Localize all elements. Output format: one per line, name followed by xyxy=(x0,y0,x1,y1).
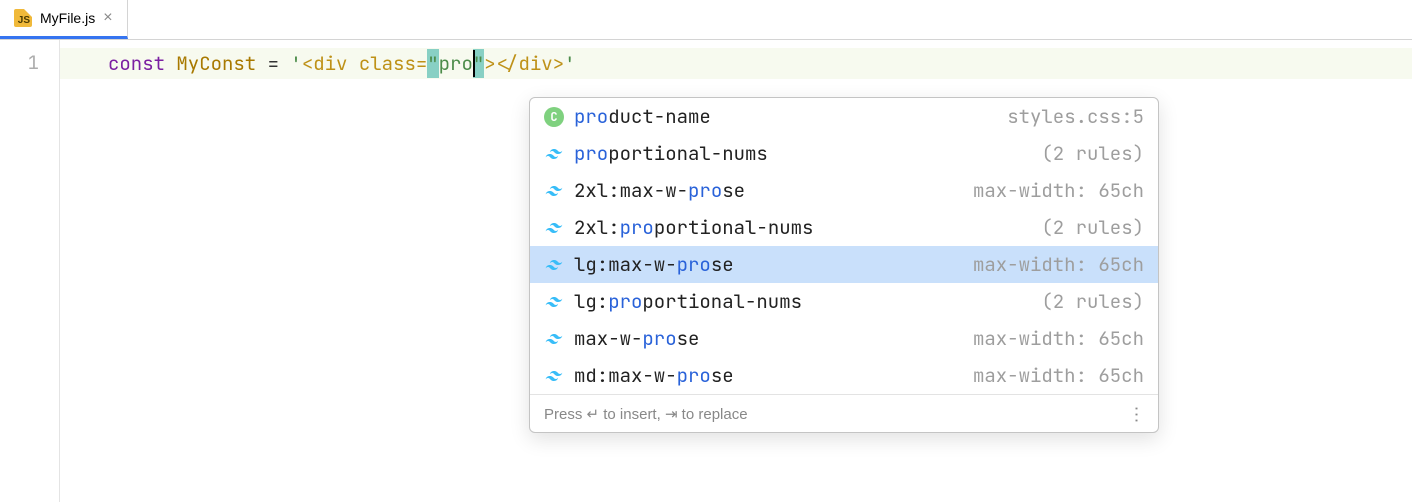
tailwind-icon xyxy=(544,329,564,349)
completion-list: Cproduct-name styles.css:5 proportional-nu… xyxy=(530,98,1158,394)
completion-label: 2xl:proportional-nums xyxy=(574,215,1031,240)
completion-label: md:max-w-prose xyxy=(574,363,963,388)
typed-text: pro xyxy=(439,51,473,76)
completion-label: max-w-prose xyxy=(574,326,963,351)
css-class-icon: C xyxy=(544,107,564,127)
completion-detail: (2 rules) xyxy=(1041,215,1144,240)
completion-item[interactable]: proportional-nums (2 rules) xyxy=(530,135,1158,172)
identifier: MyConst xyxy=(176,51,256,76)
completion-detail: max-width: 65ch xyxy=(973,326,1144,351)
completion-label: 2xl:max-w-prose xyxy=(574,178,963,203)
gutter: 1 xyxy=(0,40,60,502)
completion-detail: styles.css:5 xyxy=(1007,104,1144,129)
string-close: ' xyxy=(564,51,575,76)
string-open: ' xyxy=(290,51,301,76)
completion-item[interactable]: 2xl:proportional-nums (2 rules) xyxy=(530,209,1158,246)
tab-bar: JS MyFile.js × xyxy=(0,0,1412,40)
completion-item[interactable]: 2xl:max-w-prose max-width: 65ch xyxy=(530,172,1158,209)
closing-tag-name: div xyxy=(518,51,552,76)
code-line[interactable]: const MyConst = '<div class="pro"></div>… xyxy=(60,48,1412,79)
footer-hint: Press ↵ to insert, ⇥ to replace xyxy=(544,405,748,423)
tailwind-icon xyxy=(544,366,564,386)
closing-tag-open: </ xyxy=(496,51,519,76)
operator: = xyxy=(256,51,290,76)
line-number: 1 xyxy=(28,50,39,75)
tab-bar-filler xyxy=(128,0,1412,39)
tailwind-icon xyxy=(544,255,564,275)
completion-footer: Press ↵ to insert, ⇥ to replace ⋯ xyxy=(530,394,1158,432)
close-icon[interactable]: × xyxy=(103,10,112,26)
closing-tag-close: > xyxy=(553,51,564,76)
file-tab[interactable]: JS MyFile.js × xyxy=(0,0,128,39)
completion-detail: max-width: 65ch xyxy=(973,252,1144,277)
tailwind-icon xyxy=(544,218,564,238)
completion-item[interactable]: lg:proportional-nums (2 rules) xyxy=(530,283,1158,320)
completion-detail: (2 rules) xyxy=(1041,141,1144,166)
completion-label: proportional-nums xyxy=(574,141,1031,166)
completion-label: product-name xyxy=(574,104,997,129)
attr-quote-open: " xyxy=(427,51,438,76)
completion-item[interactable]: md:max-w-prose max-width: 65ch xyxy=(530,357,1158,394)
completion-item[interactable]: Cproduct-name styles.css:5 xyxy=(530,98,1158,135)
tag-open: < xyxy=(302,51,313,76)
completion-popup: Cproduct-name styles.css:5 proportional-nu… xyxy=(529,97,1159,433)
tailwind-icon xyxy=(544,181,564,201)
more-icon[interactable]: ⋯ xyxy=(1126,406,1147,422)
tag-close: > xyxy=(484,51,495,76)
js-file-icon: JS xyxy=(14,9,32,27)
file-tab-label: MyFile.js xyxy=(40,10,95,26)
tailwind-icon xyxy=(544,144,564,164)
attr-name: class= xyxy=(359,51,427,76)
tag-name: div xyxy=(313,51,359,76)
completion-item[interactable]: max-w-prose max-width: 65ch xyxy=(530,320,1158,357)
keyword: const xyxy=(108,51,176,76)
tailwind-icon xyxy=(544,292,564,312)
completion-detail: max-width: 65ch xyxy=(973,178,1144,203)
completion-label: lg:proportional-nums xyxy=(574,289,1031,314)
completion-detail: (2 rules) xyxy=(1041,289,1144,314)
completion-detail: max-width: 65ch xyxy=(973,363,1144,388)
completion-item[interactable]: lg:max-w-prose max-width: 65ch xyxy=(530,246,1158,283)
completion-label: lg:max-w-prose xyxy=(574,252,963,277)
